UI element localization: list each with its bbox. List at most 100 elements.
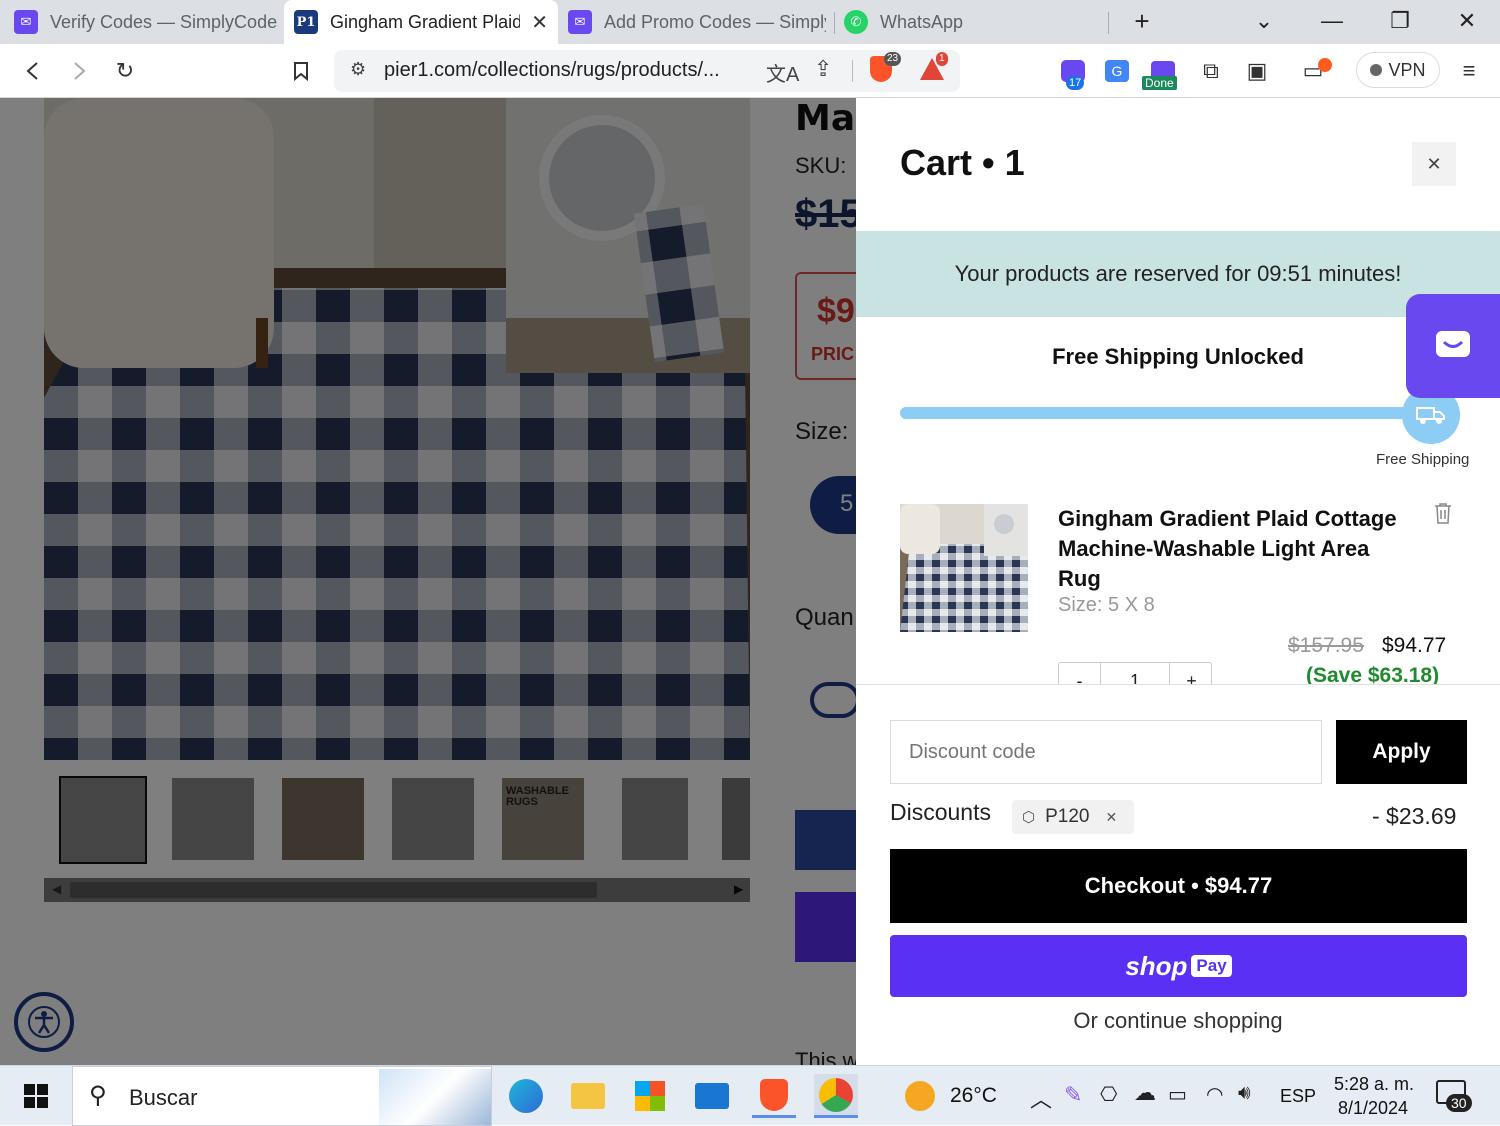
tab-verify-codes[interactable]: ✉ Verify Codes — SimplyCodes bbox=[14, 0, 278, 44]
shoppay-logo-text: shop bbox=[1125, 950, 1188, 981]
page-dim-overlay[interactable] bbox=[0, 98, 856, 1065]
quantity-value[interactable]: 1 bbox=[1101, 663, 1169, 684]
reload-icon[interactable]: ↻ bbox=[110, 56, 140, 86]
discount-code-text: P120 bbox=[1045, 806, 1090, 827]
google-translate-icon[interactable]: G bbox=[1102, 56, 1132, 86]
close-tab-icon[interactable]: ✕ bbox=[531, 10, 548, 35]
brave-taskbar-icon[interactable] bbox=[752, 1074, 796, 1118]
page-content: WASHABLE RUGS ◀ ▶ Ma SKU: $15 $9 PRIC Si… bbox=[0, 98, 1500, 1065]
tab-whatsapp[interactable]: ✆ WhatsApp bbox=[844, 0, 1044, 44]
onedrive-icon[interactable]: ☁ bbox=[1134, 1080, 1156, 1106]
meet-now-icon[interactable]: ⎔ bbox=[1100, 1082, 1117, 1107]
share-icon[interactable]: ⇪ bbox=[814, 56, 832, 82]
done-badge: Done bbox=[1142, 76, 1177, 90]
shipping-progress-fill bbox=[900, 407, 1460, 419]
tab-title: WhatsApp bbox=[880, 11, 964, 32]
shipping-heading: Free Shipping Unlocked bbox=[1052, 344, 1304, 369]
taskbar-search-box[interactable]: ⚲ Buscar bbox=[72, 1066, 492, 1126]
vpn-button[interactable]: VPN bbox=[1356, 52, 1440, 88]
site-settings-icon[interactable]: ⚙ bbox=[350, 59, 366, 80]
notification-count: 30 bbox=[1446, 1094, 1472, 1112]
weather-icon bbox=[898, 1074, 942, 1118]
tab-search-chevron-icon[interactable]: ⌄ bbox=[1250, 8, 1278, 34]
extension-badge: 17 bbox=[1066, 76, 1085, 90]
url-text: pier1.com/collections/rugs/products/... bbox=[384, 59, 720, 81]
search-highlight-image bbox=[379, 1069, 491, 1125]
cart-item-image[interactable] bbox=[900, 504, 1028, 632]
sidebar-icon[interactable]: ▣ bbox=[1242, 56, 1272, 86]
simplycodes-floating-button[interactable] bbox=[1406, 294, 1500, 398]
browser-toolbar: ↻ ⚙ pier1.com/collections/rugs/products/… bbox=[0, 44, 1500, 98]
mail-icon[interactable] bbox=[690, 1074, 734, 1118]
discount-code-input[interactable] bbox=[890, 720, 1322, 784]
address-bar[interactable]: ⚙ pier1.com/collections/rugs/products/..… bbox=[334, 50, 960, 92]
shoppay-button[interactable]: shop Pay bbox=[890, 935, 1467, 997]
input-language[interactable]: ESP bbox=[1280, 1086, 1316, 1107]
tab-title: Verify Codes — SimplyCodes bbox=[50, 11, 278, 32]
rewards-badge: 1 bbox=[936, 52, 948, 66]
cart-line-item: Gingham Gradient Plaid Cottage Machine-W… bbox=[856, 494, 1500, 684]
tab-gingham-rug[interactable]: P1 Gingham Gradient Plaid ✕ bbox=[284, 0, 558, 44]
quantity-stepper: - 1 + bbox=[1058, 662, 1212, 684]
tab-separator bbox=[1108, 12, 1109, 34]
show-hidden-icons-chevron-icon[interactable]: ︿ bbox=[1030, 1082, 1052, 1114]
file-explorer-icon[interactable] bbox=[566, 1074, 610, 1118]
bookmark-icon[interactable] bbox=[286, 56, 316, 86]
vpn-label: VPN bbox=[1388, 59, 1426, 80]
checkout-button[interactable]: Checkout • $94.77 bbox=[890, 849, 1467, 923]
shoppay-pay-badge: Pay bbox=[1191, 955, 1232, 977]
forward-icon[interactable] bbox=[64, 56, 94, 86]
vpn-status-icon bbox=[1370, 64, 1383, 76]
remove-discount-icon[interactable]: ✕ bbox=[1105, 809, 1117, 826]
whatsapp-icon: ✆ bbox=[844, 10, 868, 34]
cart-item-size: Size: 5 X 8 bbox=[1058, 594, 1155, 616]
weather-temp[interactable]: 26°C bbox=[950, 1084, 997, 1108]
windows-start-icon[interactable] bbox=[14, 1074, 58, 1118]
tab-separator bbox=[834, 12, 835, 34]
discount-tag: ⬡ P120 ✕ bbox=[1012, 800, 1134, 834]
new-tab-icon[interactable]: + bbox=[1128, 6, 1156, 37]
cart-item-name[interactable]: Gingham Gradient Plaid Cottage Machine-W… bbox=[1058, 504, 1398, 594]
continue-shopping-link[interactable]: Or continue shopping bbox=[856, 1008, 1500, 1034]
tab-title: Gingham Gradient Plaid bbox=[330, 11, 520, 32]
tab-add-promo[interactable]: ✉ Add Promo Codes — Simply bbox=[568, 0, 826, 44]
wifi-icon[interactable]: ◠ bbox=[1206, 1082, 1223, 1107]
browser-tab-strip: ✉ Verify Codes — SimplyCodes P1 Gingham … bbox=[0, 0, 1500, 44]
microsoft-store-icon[interactable] bbox=[628, 1074, 672, 1118]
close-icon: ✕ bbox=[1426, 153, 1442, 174]
simplycodes-chat-icon bbox=[1436, 331, 1470, 357]
pen-icon[interactable]: ✎ bbox=[1064, 1082, 1082, 1108]
close-cart-button[interactable]: ✕ bbox=[1412, 142, 1456, 186]
restore-icon[interactable]: ❐ bbox=[1386, 8, 1414, 34]
pier1-icon: P1 bbox=[294, 10, 318, 34]
battery-icon[interactable]: ▭ bbox=[1168, 1082, 1187, 1107]
simplycodes-icon: ✉ bbox=[14, 10, 38, 34]
minimize-icon[interactable]: — bbox=[1318, 8, 1346, 34]
extensions-puzzle-icon[interactable]: ⧉ bbox=[1196, 56, 1226, 86]
cart-item-price: $94.77 bbox=[1382, 634, 1447, 657]
clock-date[interactable]: 8/1/2024 bbox=[1338, 1098, 1408, 1119]
reservation-banner: Your products are reserved for 09:51 min… bbox=[856, 231, 1500, 317]
translate-icon[interactable]: 文A bbox=[766, 58, 799, 87]
apply-discount-button[interactable]: Apply bbox=[1336, 720, 1467, 784]
search-icon: ⚲ bbox=[89, 1082, 107, 1109]
simplycodes-icon: ✉ bbox=[568, 10, 592, 34]
chrome-taskbar-icon[interactable] bbox=[814, 1074, 858, 1118]
quantity-decrease-button[interactable]: - bbox=[1059, 663, 1101, 684]
drawer-footer-divider bbox=[856, 684, 1500, 685]
edge-icon[interactable] bbox=[504, 1074, 548, 1118]
apply-label: Apply bbox=[1372, 740, 1431, 763]
menu-icon[interactable]: ≡ bbox=[1454, 56, 1484, 86]
delete-item-button[interactable] bbox=[1434, 502, 1452, 530]
volume-icon[interactable]: 🔊︎ bbox=[1238, 1082, 1251, 1105]
search-label: Buscar bbox=[129, 1085, 198, 1110]
close-window-icon[interactable]: ✕ bbox=[1453, 8, 1481, 34]
clock-time[interactable]: 5:28 a. m. bbox=[1334, 1074, 1414, 1095]
divider bbox=[852, 60, 853, 82]
checkout-label: Checkout • $94.77 bbox=[1084, 873, 1273, 898]
quantity-increase-button[interactable]: + bbox=[1169, 663, 1213, 684]
tab-title: Add Promo Codes — Simply bbox=[604, 11, 826, 32]
back-icon[interactable] bbox=[18, 56, 48, 86]
reservation-text: Your products are reserved for 09:51 min… bbox=[954, 261, 1402, 286]
windows-taskbar: ⚲ Buscar 26°C ︿ ✎ ⎔ ☁ ▭ ◠ 🔊︎ ESP 5:28 a.… bbox=[0, 1065, 1500, 1126]
